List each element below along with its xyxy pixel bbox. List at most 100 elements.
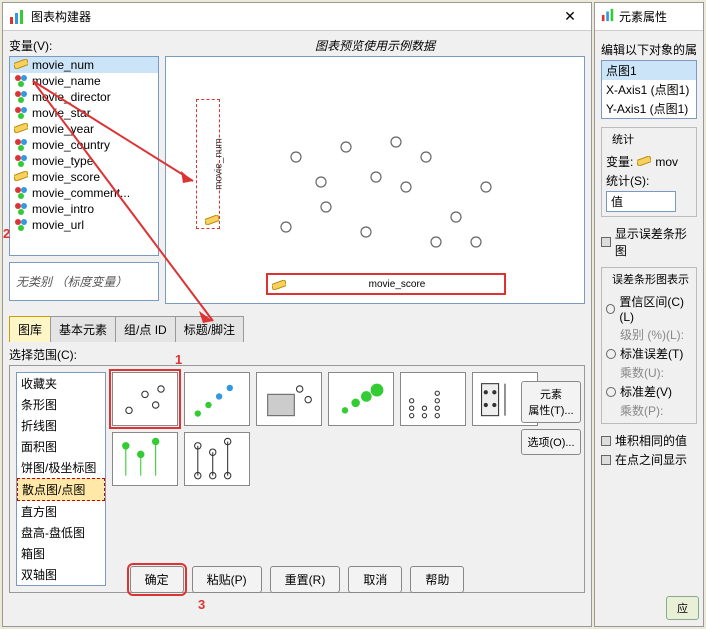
show-between-checkbox[interactable]: [601, 455, 611, 465]
chart-type-item[interactable]: 折线图: [17, 415, 105, 436]
sd-radio[interactable]: [606, 387, 616, 397]
variable-item[interactable]: movie_name: [10, 73, 158, 89]
stack-checkbox[interactable]: [601, 436, 611, 446]
chart-type-item[interactable]: 条形图: [17, 394, 105, 415]
reset-button[interactable]: 重置(R): [270, 566, 341, 593]
stats-var-label: 变量:: [606, 153, 633, 170]
variable-name: movie_name: [32, 74, 101, 88]
chart-type-list[interactable]: 收藏夹条形图折线图面积图饼图/极坐标图散点图/点图直方图盘高-盘低图箱图双轴图: [16, 372, 106, 586]
ci-radio[interactable]: [606, 304, 615, 314]
help-button[interactable]: 帮助: [410, 566, 464, 593]
variable-name: movie_type: [32, 154, 93, 168]
no-category-box: 无类别 （标度变量）: [9, 262, 159, 301]
apply-button[interactable]: 应: [666, 596, 699, 620]
annotation-marker-1: 1: [175, 352, 182, 367]
nominal-icon: [14, 202, 28, 216]
variable-name: movie_intro: [32, 202, 94, 216]
chart-thumbnail-2[interactable]: [256, 372, 322, 426]
show-between-label: 在点之间显示: [615, 451, 687, 468]
cancel-button[interactable]: 取消: [348, 566, 402, 593]
chart-thumbnail-7[interactable]: [184, 432, 250, 486]
options-button[interactable]: 选项(O)...: [521, 429, 581, 455]
tab-2[interactable]: 组/点 ID: [115, 316, 176, 342]
tab-3[interactable]: 标题/脚注: [175, 316, 244, 342]
chart-thumbnail-1[interactable]: [184, 372, 250, 426]
ruler-icon: [14, 170, 28, 184]
variable-name: movie_comment...: [32, 186, 130, 200]
gallery-area: 收藏夹条形图折线图面积图饼图/极坐标图散点图/点图直方图盘高-盘低图箱图双轴图: [9, 365, 585, 593]
ci-level-label: 级别 (%)(L):: [620, 326, 692, 343]
variable-item[interactable]: movie_country: [10, 137, 158, 153]
chart-builder-dialog: 图表构建器 ✕ 变量(V): movie_nummovie_namemovie_…: [2, 2, 592, 627]
variable-section: 变量(V): movie_nummovie_namemovie_director…: [9, 37, 159, 304]
chart-type-item[interactable]: 盘高-盘低图: [17, 522, 105, 543]
scope-label: 选择范围(C):: [9, 346, 585, 363]
nominal-icon: [14, 74, 28, 88]
chart-type-item[interactable]: 直方图: [17, 501, 105, 522]
variable-list[interactable]: movie_nummovie_namemovie_directormovie_s…: [9, 56, 159, 256]
se-radio[interactable]: [606, 349, 616, 359]
variable-item[interactable]: movie_star: [10, 105, 158, 121]
panel-titlebar: 元素属性: [595, 3, 703, 31]
variable-item[interactable]: movie_intro: [10, 201, 158, 217]
variable-item[interactable]: movie_director: [10, 89, 158, 105]
element-properties-button[interactable]: 元素 属性(T)...: [521, 381, 581, 423]
preview-canvas[interactable]: movie_num movie_score: [165, 56, 585, 304]
nominal-icon: [14, 186, 28, 200]
show-error-label: 显示误差条形图: [615, 225, 697, 259]
preview-section: 图表预览使用示例数据 movie_num movie_score: [165, 37, 585, 304]
chart-type-item[interactable]: 饼图/极坐标图: [17, 457, 105, 478]
ruler-icon: [272, 279, 286, 289]
x-axis-label: movie_score: [290, 279, 504, 290]
stats-var-value: mov: [655, 155, 678, 169]
statistics-group: 统计 变量: mov 统计(S): 值: [601, 127, 697, 217]
chart-type-item[interactable]: 收藏夹: [17, 373, 105, 394]
chart-thumbnail-0[interactable]: [112, 372, 178, 426]
chart-type-item[interactable]: 面积图: [17, 436, 105, 457]
statistics-group-title: 统计: [610, 131, 636, 147]
variable-name: movie_score: [32, 170, 100, 184]
object-list[interactable]: 点图1X-Axis1 (点图1)Y-Axis1 (点图1): [601, 60, 697, 119]
nominal-icon: [14, 154, 28, 168]
ruler-icon: [205, 214, 219, 224]
variable-item[interactable]: movie_comment...: [10, 185, 158, 201]
variable-label: 变量(V):: [9, 37, 159, 54]
sd-label: 标准差(V): [620, 383, 672, 400]
variable-name: movie_star: [32, 106, 91, 120]
scatter-preview: [226, 87, 546, 267]
x-axis-drop-zone[interactable]: movie_score: [266, 273, 506, 295]
variable-item[interactable]: movie_url: [10, 217, 158, 233]
paste-button[interactable]: 粘贴(P): [192, 566, 262, 593]
variable-item[interactable]: movie_score: [10, 169, 158, 185]
chart-thumbnail-6[interactable]: [112, 432, 178, 486]
variable-item[interactable]: movie_year: [10, 121, 158, 137]
ok-button[interactable]: 确定: [130, 566, 184, 593]
chart-thumbnail-4[interactable]: [400, 372, 466, 426]
tab-0[interactable]: 图库: [9, 316, 51, 342]
ruler-icon: [14, 122, 28, 136]
sd-mult-label: 乘数(P):: [620, 402, 692, 419]
nominal-icon: [14, 138, 28, 152]
y-axis-drop-zone[interactable]: movie_num: [196, 99, 220, 229]
object-list-item[interactable]: X-Axis1 (点图1): [602, 80, 696, 99]
stat-select[interactable]: 值: [606, 191, 676, 212]
chart-thumbnail-3[interactable]: [328, 372, 394, 426]
show-error-checkbox[interactable]: [601, 237, 611, 247]
chart-type-item[interactable]: 箱图: [17, 543, 105, 564]
titlebar: 图表构建器 ✕: [3, 3, 591, 31]
chart-type-item[interactable]: 散点图/点图: [17, 478, 105, 501]
ruler-icon: [14, 58, 28, 72]
ruler-icon: [637, 155, 651, 169]
element-properties-panel: 元素属性 编辑以下对象的属 点图1X-Axis1 (点图1)Y-Axis1 (点…: [594, 2, 704, 627]
close-button[interactable]: ✕: [555, 6, 585, 28]
annotation-marker-2: 2: [3, 226, 10, 241]
tab-1[interactable]: 基本元素: [50, 316, 116, 342]
panel-title: 元素属性: [619, 8, 667, 25]
variable-item[interactable]: movie_type: [10, 153, 158, 169]
object-list-item[interactable]: Y-Axis1 (点图1): [602, 99, 696, 118]
chart-thumbnails: [112, 372, 578, 586]
object-list-item[interactable]: 点图1: [602, 61, 696, 80]
se-label: 标准误差(T): [620, 345, 683, 362]
variable-item[interactable]: movie_num: [10, 57, 158, 73]
y-axis-label: movie_num: [213, 138, 224, 190]
